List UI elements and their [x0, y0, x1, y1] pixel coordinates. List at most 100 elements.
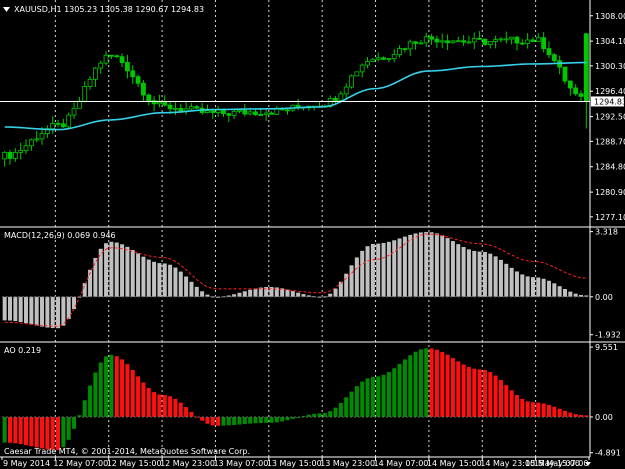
ao-bar	[280, 416, 285, 422]
ao-label: AO 0.219	[4, 346, 41, 355]
ao-bar	[344, 397, 349, 417]
ao-bar	[98, 362, 103, 417]
candle-body	[263, 112, 269, 115]
candle-body	[178, 107, 184, 112]
candle-body	[247, 111, 253, 115]
macd-bar	[130, 249, 135, 297]
ao-bar	[66, 416, 71, 440]
ao-bar	[504, 385, 509, 417]
macd-bar	[189, 281, 194, 297]
ao-bar	[482, 369, 487, 417]
macd-bar	[440, 235, 445, 297]
macd-bar	[482, 252, 487, 297]
candle-body	[530, 39, 536, 43]
candle-body	[466, 41, 472, 44]
macd-bar	[141, 256, 146, 297]
candle-body	[108, 54, 114, 57]
ao-bar	[418, 349, 423, 417]
candle-body	[167, 104, 173, 110]
ao-bar	[477, 369, 482, 417]
macd-tick-label: 3.318	[595, 228, 618, 237]
candle-body	[439, 40, 445, 43]
candle-body	[525, 39, 531, 44]
macd-bar	[365, 246, 370, 297]
candle-body	[535, 37, 541, 43]
candle-body	[455, 40, 461, 43]
time-axis: 9 May 2014 12 May 07:0012 May 15:0012 May…	[1, 457, 590, 468]
chart-window[interactable]: XAUUSD,H1 1305.23 1305.38 1290.67 1294.8…	[0, 0, 625, 469]
candle-body	[391, 54, 397, 59]
candle-body	[562, 66, 568, 82]
ao-bar	[488, 372, 493, 417]
macd-bar	[173, 267, 178, 297]
ao-bar	[562, 410, 567, 417]
macd-bar	[237, 292, 242, 297]
candle-body	[55, 122, 61, 125]
macd-bar	[8, 296, 13, 321]
time-tick-label: 13 May 23:00	[320, 459, 375, 468]
ao-bar	[424, 348, 429, 417]
macd-bar	[82, 283, 87, 297]
candle-body	[482, 38, 488, 45]
ao-bar	[226, 416, 231, 426]
ao-bar	[333, 407, 338, 417]
ao-bar	[72, 416, 77, 429]
macd-bar	[530, 277, 535, 297]
candle-body	[514, 36, 520, 44]
symbol-title: XAUUSD,H1 1305.23 1305.38 1290.67 1294.8…	[14, 5, 204, 14]
macd-bar	[333, 288, 338, 297]
price-tick-label: 1284.80	[595, 163, 625, 172]
macd-bar	[200, 291, 205, 297]
ao-bar	[408, 355, 413, 417]
ao-bar	[136, 376, 141, 417]
macd-bar	[557, 286, 562, 297]
candle-body	[370, 58, 376, 62]
ao-bar	[130, 370, 135, 417]
candle-body	[125, 62, 130, 72]
ao-bar	[50, 416, 55, 450]
price-tick-label: 1308.00	[595, 12, 625, 21]
macd-label: MACD(12,26,9) 0.069 0.946	[4, 231, 116, 240]
time-tick-label: 13 May 15:00	[267, 459, 322, 468]
ao-bar	[162, 395, 167, 417]
macd-bar	[93, 257, 98, 297]
candle-body	[119, 56, 125, 63]
macd-bar	[178, 271, 183, 297]
ao-bar	[509, 390, 514, 417]
ao-bar	[386, 372, 391, 417]
macd-bar	[146, 259, 151, 297]
macd-bar	[493, 256, 498, 297]
candle-body	[18, 150, 24, 153]
ao-bar	[461, 364, 466, 417]
candle-body	[567, 80, 573, 89]
ao-bar	[338, 402, 343, 417]
candle-body	[450, 40, 456, 44]
ao-bar	[541, 403, 546, 417]
ao-bar	[242, 416, 247, 425]
copyright-text: Caesar Trade MT4, © 2001-2014, MetaQuote…	[4, 447, 250, 456]
ao-bar	[13, 416, 18, 444]
price-tick-label: 1304.10	[595, 37, 625, 46]
candle-body	[71, 107, 77, 116]
candle-body	[418, 42, 424, 45]
macd-bar	[125, 246, 130, 297]
candle-body	[205, 110, 210, 113]
time-tick-label: 15 May 15:00	[525, 459, 580, 468]
ao-bar	[29, 416, 34, 447]
macd-bar	[552, 283, 557, 297]
macd-bar	[2, 296, 7, 321]
ao-bar	[397, 363, 402, 417]
candle-body	[407, 41, 413, 50]
ao-bar	[376, 376, 381, 417]
bid-price-text: 1294.83	[594, 97, 625, 106]
candle-body	[173, 107, 178, 110]
macd-bar	[413, 233, 418, 297]
price-tick-label: 1300.30	[595, 62, 625, 71]
candle-body	[92, 67, 98, 80]
ao-bar	[269, 416, 274, 423]
ao-bar	[317, 413, 322, 417]
ao-tick-label: -4.891	[595, 449, 621, 458]
ao-bar	[178, 402, 183, 417]
candle-body	[130, 70, 136, 78]
macd-bar	[536, 277, 541, 297]
